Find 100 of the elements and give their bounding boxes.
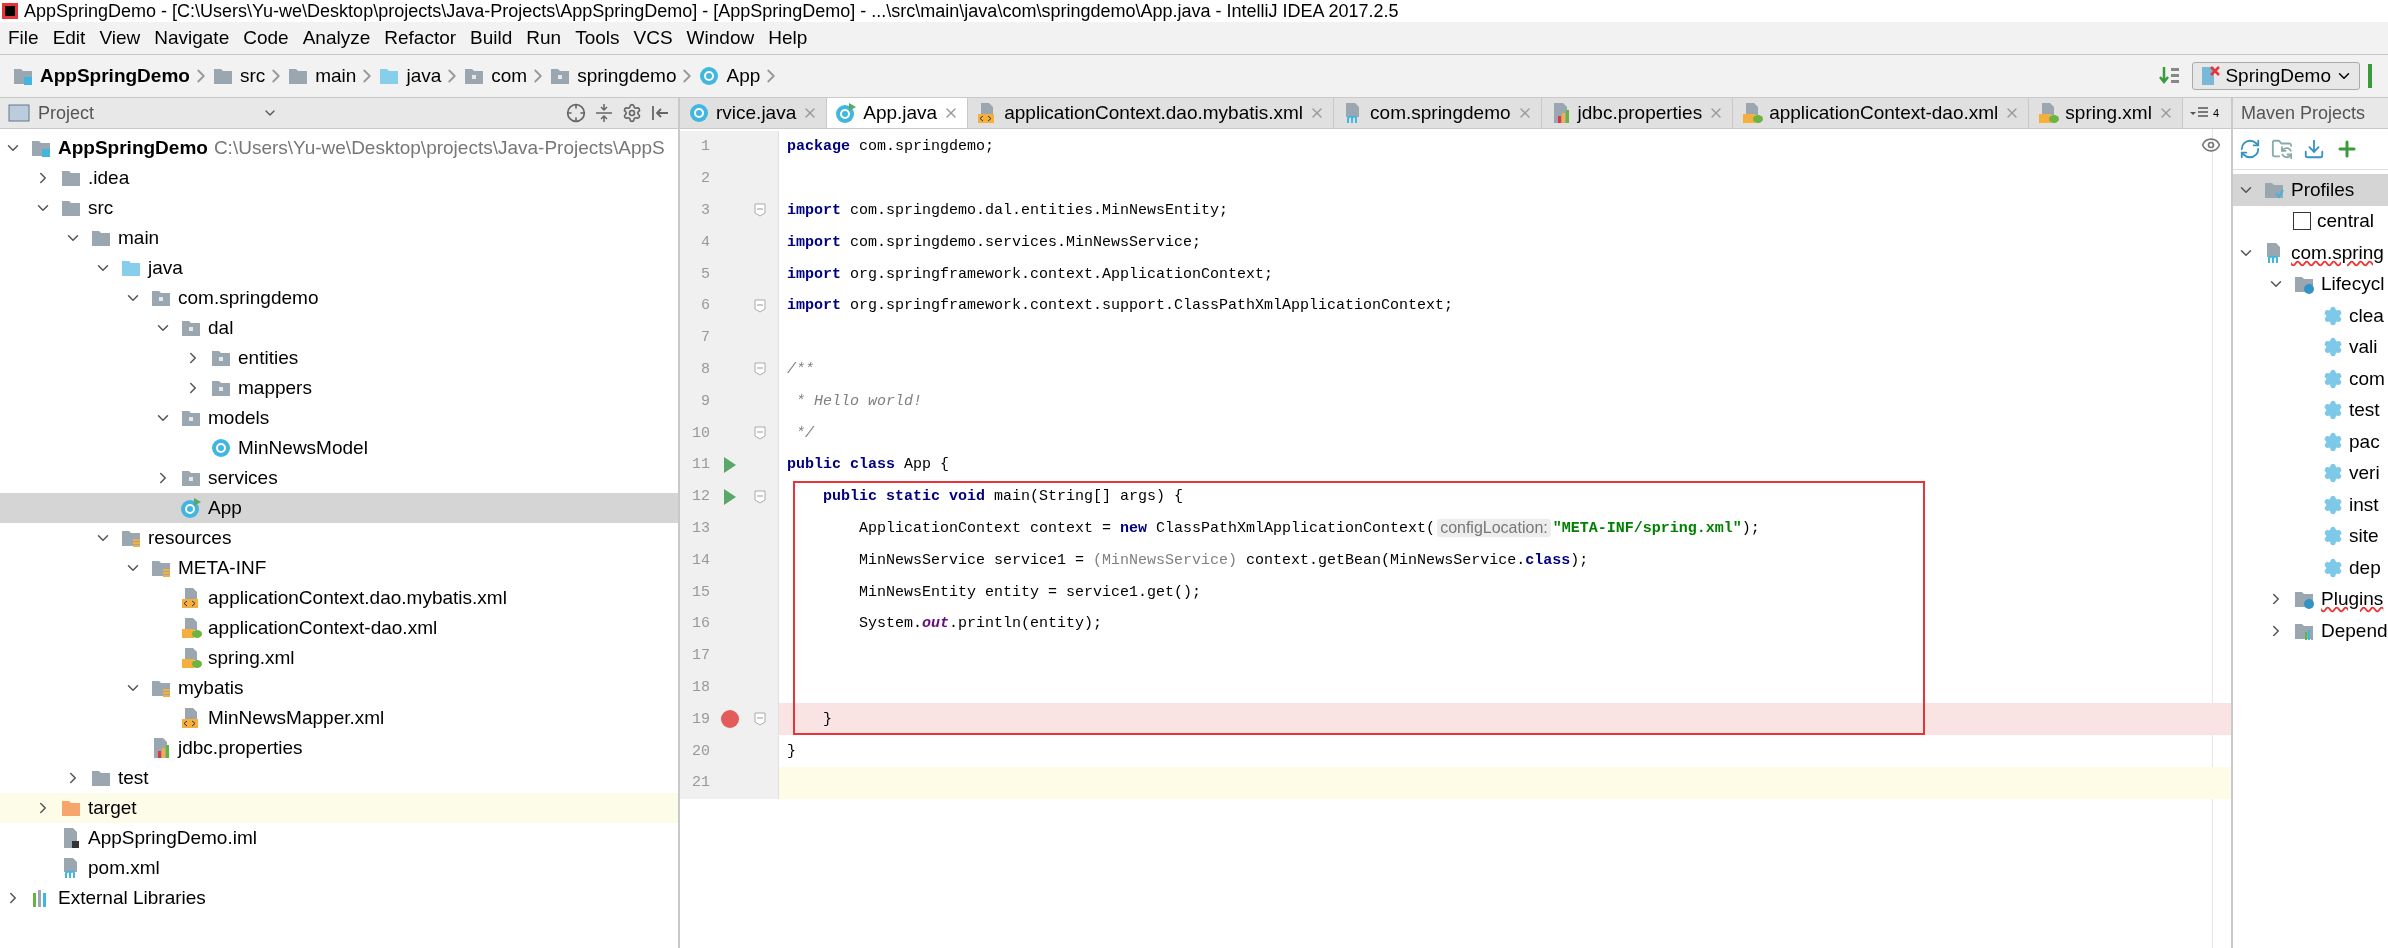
checkbox[interactable] bbox=[2293, 212, 2311, 231]
tree-row[interactable]: main bbox=[0, 223, 678, 253]
menu-item[interactable]: Run bbox=[520, 27, 570, 49]
fold-marker-icon[interactable] bbox=[754, 489, 766, 504]
menu-item[interactable]: Edit bbox=[46, 27, 94, 49]
menu-item[interactable]: Analyze bbox=[296, 27, 379, 49]
editor-tab[interactable]: applicationContext-dao.xml bbox=[1733, 98, 2030, 128]
tree-row[interactable]: Plugins bbox=[2233, 583, 2388, 615]
fold-marker-icon[interactable] bbox=[754, 362, 766, 377]
folder-refresh-icon[interactable] bbox=[2271, 138, 2293, 160]
tree-row[interactable]: dep bbox=[2233, 552, 2388, 584]
tree-row[interactable]: central bbox=[2233, 205, 2388, 237]
collapse-all-icon[interactable] bbox=[594, 103, 614, 123]
tree-row[interactable]: External Libraries bbox=[0, 883, 678, 913]
tree-row[interactable]: MinNewsMapper.xml bbox=[0, 703, 678, 733]
tree-row[interactable]: .idea bbox=[0, 163, 678, 193]
more-tabs-button[interactable]: 4 bbox=[2182, 98, 2226, 128]
tree-label: AppSpringDemo.iml bbox=[88, 827, 257, 849]
breakpoint-icon[interactable] bbox=[720, 709, 740, 730]
tree-row[interactable]: test bbox=[0, 763, 678, 793]
tree-row[interactable]: com bbox=[2233, 363, 2388, 395]
menu-item[interactable]: View bbox=[93, 27, 149, 49]
tree-row[interactable]: mappers bbox=[0, 373, 678, 403]
tree-row[interactable]: vali bbox=[2233, 331, 2388, 363]
tree-row[interactable]: com.spring bbox=[2233, 237, 2388, 269]
menu-item[interactable]: Window bbox=[680, 27, 763, 49]
runnable-class-icon bbox=[180, 497, 202, 519]
tree-row[interactable]: site bbox=[2233, 520, 2388, 552]
breadcrumb-item[interactable]: com bbox=[463, 65, 528, 87]
tree-row[interactable]: models bbox=[0, 403, 678, 433]
line-number: 11 bbox=[691, 456, 710, 474]
line-number: 20 bbox=[691, 742, 710, 760]
menu-item[interactable]: Refactor bbox=[378, 27, 465, 49]
tree-row[interactable]: dal bbox=[0, 313, 678, 343]
tree-row[interactable]: MinNewsModel bbox=[0, 433, 678, 463]
tree-row[interactable]: AppSpringDemo C:\Users\Yu-we\Desktop\projects\Java-Projects\AppS bbox=[0, 133, 678, 163]
breadcrumb-item[interactable]: java bbox=[378, 65, 442, 87]
tree-row[interactable]: META-INF bbox=[0, 553, 678, 583]
tree-row[interactable]: Lifecycl bbox=[2233, 268, 2388, 300]
breadcrumb-item[interactable]: AppSpringDemo bbox=[12, 65, 190, 87]
editor-tab[interactable]: rvice.java bbox=[680, 98, 828, 128]
tree-row[interactable]: pac bbox=[2233, 426, 2388, 458]
tree-row[interactable]: inst bbox=[2233, 489, 2388, 521]
breadcrumb-item[interactable]: main bbox=[287, 65, 357, 87]
tree-row[interactable]: entities bbox=[0, 343, 678, 373]
download-icon[interactable] bbox=[2303, 138, 2325, 160]
menu-item[interactable]: Tools bbox=[569, 27, 628, 49]
code-line: /** bbox=[786, 360, 814, 378]
menu-item[interactable]: Build bbox=[464, 27, 521, 49]
run-configuration-dropdown[interactable]: SpringDemo bbox=[2192, 62, 2360, 90]
tree-row[interactable]: pom.xml bbox=[0, 853, 678, 883]
run-gutter-icon[interactable] bbox=[723, 487, 737, 506]
menu-item[interactable]: Code bbox=[237, 27, 297, 49]
tree-row[interactable]: services bbox=[0, 463, 678, 493]
fold-marker-icon[interactable] bbox=[754, 203, 766, 218]
tree-row[interactable]: spring.xml bbox=[0, 643, 678, 673]
tree-row[interactable]: test bbox=[2233, 394, 2388, 426]
menu-item[interactable]: Navigate bbox=[148, 27, 238, 49]
fold-marker-icon[interactable] bbox=[754, 712, 766, 727]
tree-row[interactable]: com.springdemo bbox=[0, 283, 678, 313]
tree-label: src bbox=[88, 197, 114, 219]
editor-tab[interactable]: com.springdemo bbox=[1334, 98, 1542, 128]
tree-row[interactable]: Profiles bbox=[2233, 174, 2388, 206]
tree-row[interactable]: veri bbox=[2233, 457, 2388, 489]
settings-icon[interactable] bbox=[622, 103, 642, 123]
tree-label: pom.xml bbox=[88, 857, 160, 879]
menu-item[interactable]: VCS bbox=[627, 27, 681, 49]
tree-row[interactable]: src bbox=[0, 193, 678, 223]
tree-row[interactable]: mybatis bbox=[0, 673, 678, 703]
reimport-icon[interactable] bbox=[2239, 138, 2261, 160]
tree-row[interactable]: Depend bbox=[2233, 615, 2388, 647]
code-line: System.out.println(entity); bbox=[858, 615, 1103, 633]
menu-item[interactable]: File bbox=[2, 27, 47, 49]
gear-icon bbox=[2323, 305, 2343, 326]
class-icon bbox=[698, 65, 721, 87]
breadcrumb-item[interactable]: src bbox=[211, 65, 266, 87]
tree-row[interactable]: App bbox=[0, 493, 678, 523]
fold-marker-icon[interactable] bbox=[754, 298, 766, 313]
hide-panel-icon[interactable] bbox=[650, 103, 670, 123]
editor-tab[interactable]: spring.xml bbox=[2029, 98, 2183, 128]
editor-tab[interactable]: jdbc.properties bbox=[1541, 98, 1734, 128]
tree-row[interactable]: clea bbox=[2233, 300, 2388, 332]
editor-tab[interactable]: App.java bbox=[827, 98, 969, 128]
tree-row[interactable]: AppSpringDemo.iml bbox=[0, 823, 678, 853]
tree-row[interactable]: applicationContext-dao.xml bbox=[0, 613, 678, 643]
editor-tab[interactable]: applicationContext.dao.mybatis.xml bbox=[968, 98, 1335, 128]
menu-item[interactable]: Help bbox=[762, 27, 816, 49]
tree-row[interactable]: jdbc.properties bbox=[0, 733, 678, 763]
run-gutter-icon[interactable] bbox=[723, 455, 737, 474]
tree-row[interactable]: java bbox=[0, 253, 678, 283]
preview-icon[interactable] bbox=[2201, 135, 2221, 155]
breadcrumb-item[interactable]: App bbox=[698, 65, 761, 87]
tree-row[interactable]: applicationContext.dao.mybatis.xml bbox=[0, 583, 678, 613]
tree-row[interactable]: resources bbox=[0, 523, 678, 553]
locate-icon[interactable] bbox=[566, 103, 586, 123]
tree-label: applicationContext.dao.mybatis.xml bbox=[208, 587, 507, 609]
breadcrumb-item[interactable]: springdemo bbox=[549, 65, 677, 87]
code-line: import com.springdemo.dal.entities.MinNewsEntity; bbox=[786, 202, 1229, 219]
tree-row[interactable]: target bbox=[0, 793, 678, 823]
fold-marker-icon[interactable] bbox=[754, 426, 766, 441]
